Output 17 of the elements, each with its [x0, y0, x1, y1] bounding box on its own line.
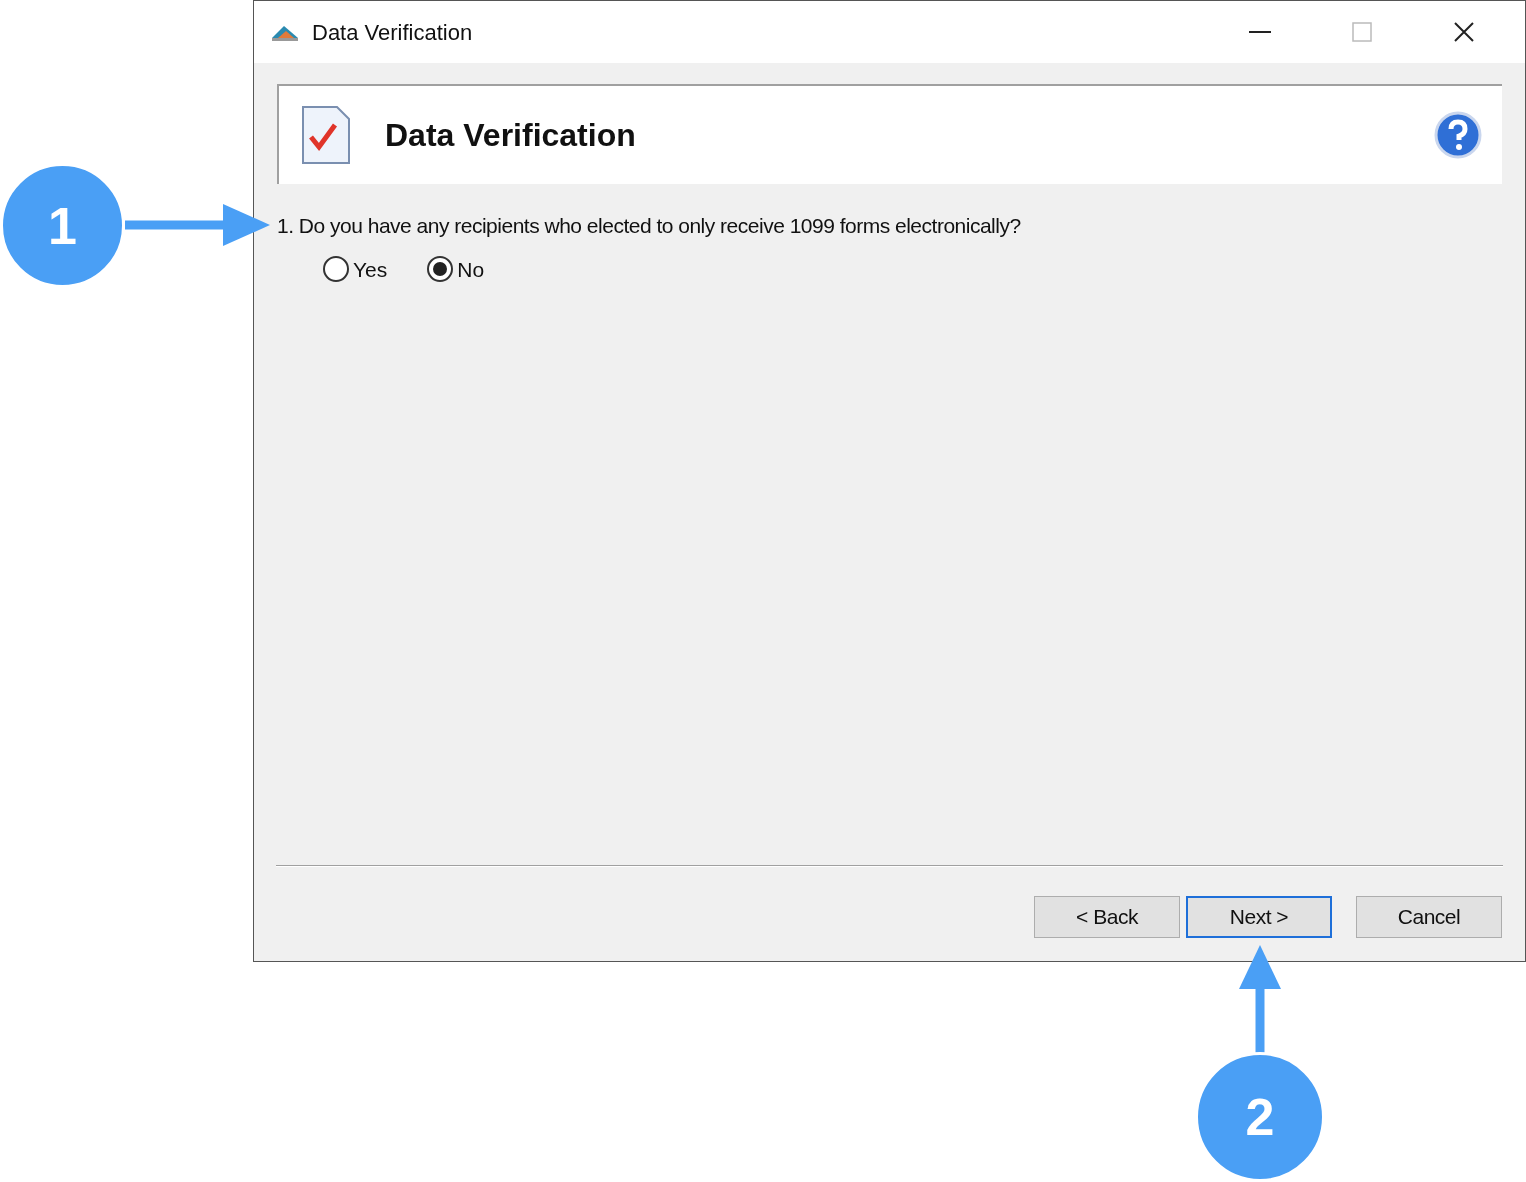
minimize-icon — [1249, 31, 1271, 33]
callout-badge: 2 — [1195, 1052, 1325, 1182]
maximize-icon — [1352, 22, 1372, 42]
radio-button[interactable] — [323, 256, 349, 283]
dialog-button[interactable]: Cancel — [1356, 896, 1502, 938]
document-check-icon — [299, 103, 353, 167]
radio-option[interactable]: Yes — [323, 253, 388, 285]
radio-button[interactable] — [427, 256, 454, 283]
close-icon — [1453, 21, 1475, 43]
window-title: Data Verification — [312, 18, 473, 47]
question-text: 1. Do you have any recipients who elected to only receive 1099 forms electronically? — [277, 213, 1022, 239]
callout-badge: 1 — [0, 163, 125, 288]
dialog-button[interactable]: < Back — [1034, 896, 1180, 938]
dialog-button[interactable]: Next > — [1186, 896, 1332, 938]
radio-option[interactable]: No — [427, 253, 485, 285]
help-icon[interactable] — [1434, 111, 1482, 159]
header-title: Data Verification — [385, 116, 636, 155]
